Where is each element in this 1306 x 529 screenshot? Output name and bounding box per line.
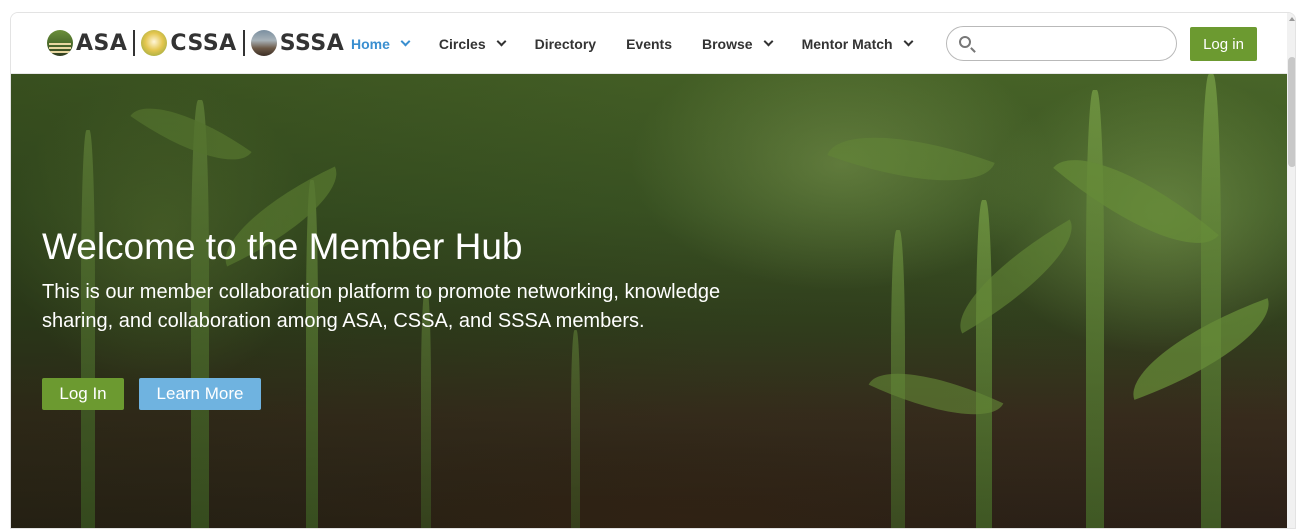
asa-logo-icon: [47, 30, 73, 56]
nav-events-label: Events: [626, 35, 672, 52]
vertical-scrollbar[interactable]: [1287, 13, 1295, 528]
nav-mentor-match[interactable]: Mentor Match: [801, 35, 914, 52]
chevron-down-icon: [400, 36, 411, 47]
browser-window: ASA CSSA SSSA Home Circles Directory Eve…: [10, 12, 1296, 529]
nav-browse-label: Browse: [702, 35, 753, 52]
search-icon: [959, 36, 971, 48]
nav-events[interactable]: Events: [626, 36, 672, 52]
logo-asa-text: ASA: [76, 30, 128, 56]
hero-login-button[interactable]: Log In: [42, 378, 124, 410]
scrollbar-thumb[interactable]: [1288, 57, 1295, 167]
nav-circles[interactable]: Circles: [438, 35, 507, 52]
logo-sssa-text: SSSA: [279, 30, 345, 56]
top-navbar: ASA CSSA SSSA Home Circles Directory Eve…: [11, 13, 1287, 74]
nav-home[interactable]: Home: [351, 35, 411, 52]
search-input[interactable]: [981, 33, 1166, 55]
header-login-button[interactable]: Log in: [1190, 27, 1257, 61]
scroll-up-arrow-icon[interactable]: [1289, 17, 1295, 21]
hero-description: This is our member collaboration platfor…: [42, 281, 721, 332]
logo-cssa-text: CSSA: [170, 30, 237, 56]
nav-mentor-match-label: Mentor Match: [801, 35, 893, 52]
chevron-down-icon: [496, 36, 507, 47]
search-box[interactable]: [946, 26, 1177, 61]
site-logo[interactable]: ASA CSSA SSSA: [47, 28, 344, 58]
nav-directory-label: Directory: [534, 35, 597, 52]
main-nav: Home Circles Directory Events Browse Men…: [351, 13, 942, 74]
hero-title: Welcome to the Member Hub: [42, 226, 523, 267]
learn-more-button[interactable]: Learn More: [139, 378, 261, 410]
nav-circles-label: Circles: [438, 35, 486, 52]
chevron-down-icon: [763, 36, 774, 47]
cssa-logo-icon: [141, 30, 168, 56]
nav-browse[interactable]: Browse: [702, 35, 774, 52]
nav-directory[interactable]: Directory: [535, 36, 596, 52]
logo-divider: [242, 30, 245, 56]
logo-divider: [133, 30, 136, 56]
chevron-down-icon: [903, 36, 914, 47]
sssa-logo-icon: [250, 30, 277, 56]
hero-banner: Welcome to the Member Hub This is our me…: [11, 74, 1287, 528]
nav-home-label: Home: [351, 35, 390, 52]
